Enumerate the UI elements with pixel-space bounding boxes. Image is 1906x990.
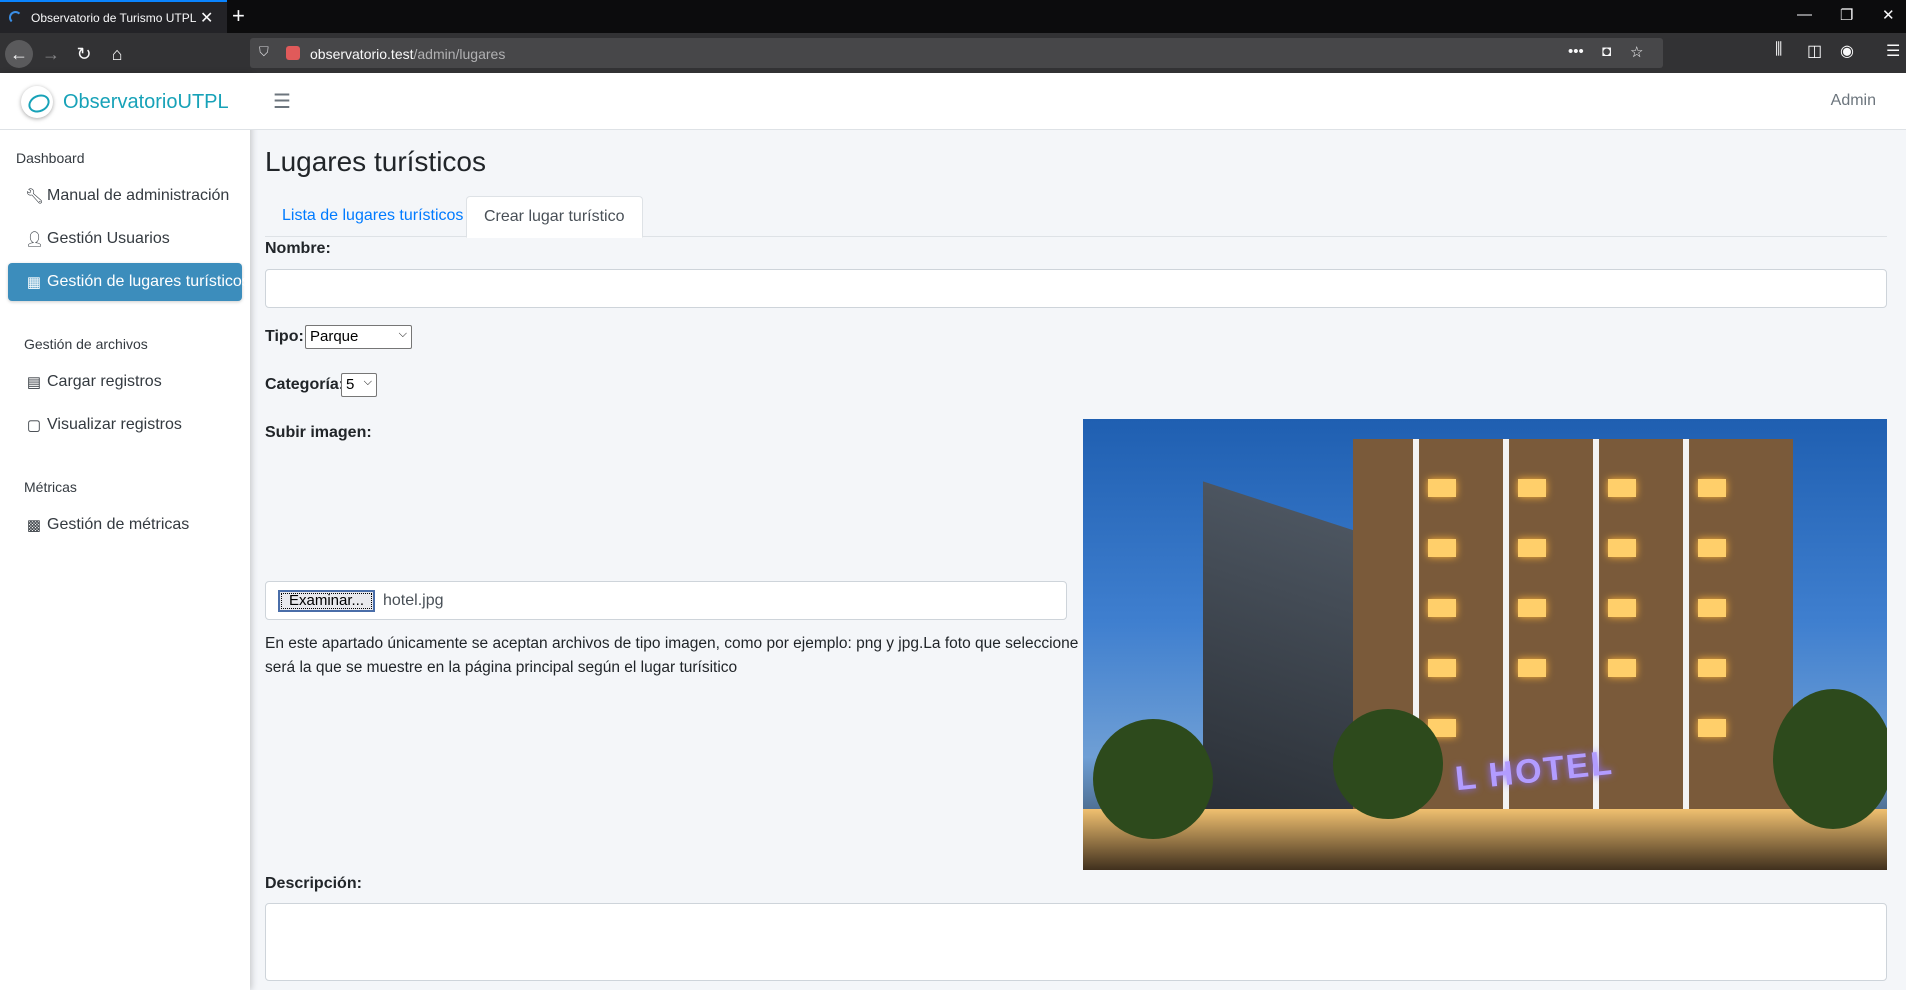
logo-icon bbox=[21, 86, 53, 118]
menu-header-metricas: Métricas bbox=[24, 479, 77, 495]
browser-tab-title: Observatorio de Turismo UTPL bbox=[31, 11, 197, 25]
file-upload-icon: ▤ bbox=[26, 374, 42, 391]
categoria-select-value: 5 bbox=[346, 376, 355, 393]
chevron-down-icon: ⌵ bbox=[363, 376, 372, 388]
sidebar-item-label: Manual de administración bbox=[47, 187, 230, 204]
sidebar-item-manual[interactable]: 🔧︎ Manual de administración bbox=[8, 177, 242, 215]
tree bbox=[1333, 709, 1443, 819]
browser-tab[interactable]: Observatorio de Turismo UTPL ✕ bbox=[0, 0, 227, 33]
ground bbox=[1083, 809, 1887, 870]
descripcion-textarea[interactable] bbox=[265, 903, 1887, 981]
window-light bbox=[1428, 659, 1456, 677]
sidebar-item-label: Visualizar registros bbox=[47, 416, 182, 433]
reload-icon[interactable]: ↻ bbox=[70, 40, 98, 68]
url-text: observatorio.test/admin/lugares bbox=[310, 46, 506, 62]
tab-bar: Lista de lugares turísticos Crear lugar … bbox=[265, 196, 1887, 238]
pocket-icon[interactable]: ◘ bbox=[1602, 43, 1611, 60]
loading-icon bbox=[9, 11, 22, 24]
sidebar-toggle-icon[interactable]: ◫ bbox=[1807, 41, 1822, 61]
file-input[interactable]: Examinar... hotel.jpg bbox=[265, 581, 1067, 620]
menu-header-archivos: Gestión de archivos bbox=[24, 336, 148, 352]
chevron-down-icon: ⌵ bbox=[398, 328, 407, 340]
main-content: Lugares turísticos Lista de lugares turí… bbox=[250, 130, 1906, 990]
shield-icon[interactable]: ⛉ bbox=[259, 44, 269, 60]
back-icon[interactable]: ← bbox=[5, 40, 33, 68]
browser-tabbar: Observatorio de Turismo UTPL ✕ + — ❐ ✕ bbox=[0, 0, 1906, 33]
brand-name: ObservatorioUTPL bbox=[63, 91, 229, 113]
facade-column bbox=[1683, 439, 1689, 829]
window-light bbox=[1698, 479, 1726, 497]
tree bbox=[1773, 689, 1887, 829]
window-light bbox=[1608, 659, 1636, 677]
window-light bbox=[1518, 539, 1546, 557]
tipo-select[interactable]: Parque ⌵ bbox=[305, 325, 412, 349]
image-help-text: En este apartado únicamente se aceptan a… bbox=[265, 635, 1079, 676]
categoria-select[interactable]: 5 ⌵ bbox=[341, 373, 377, 397]
window-light bbox=[1518, 659, 1546, 677]
library-icon[interactable]: ⫼ bbox=[1775, 41, 1782, 59]
site-identity-icon[interactable] bbox=[286, 46, 300, 60]
tipo-label: Tipo: bbox=[265, 328, 304, 345]
window-light bbox=[1428, 479, 1456, 497]
tab-crear[interactable]: Crear lugar turístico bbox=[466, 196, 643, 238]
file-icon: ▢ bbox=[26, 417, 42, 434]
hotel-image-preview: L HOTEL bbox=[1083, 419, 1887, 870]
tipo-select-value: Parque bbox=[310, 328, 359, 345]
window-light bbox=[1608, 539, 1636, 557]
sidebar: ObservatorioUTPL Dashboard 🔧︎ Manual de … bbox=[0, 73, 250, 990]
url-bar[interactable]: ⛉ observatorio.test/admin/lugares ••• ◘ … bbox=[250, 38, 1663, 68]
categoria-label: Categoría: bbox=[265, 376, 345, 393]
close-window-icon[interactable]: ✕ bbox=[1882, 6, 1895, 24]
imagen-label: Subir imagen: bbox=[265, 424, 372, 441]
brand-link[interactable]: ObservatorioUTPL bbox=[0, 73, 250, 130]
building-icon: ▦ bbox=[26, 274, 42, 291]
sidebar-item-label: Gestión de métricas bbox=[47, 516, 190, 533]
window-light bbox=[1608, 479, 1636, 497]
browser-navbar: ← → ↻ ⌂ ⛉ observatorio.test/admin/lugare… bbox=[0, 33, 1906, 73]
restore-icon[interactable]: ❐ bbox=[1840, 6, 1853, 24]
bookmark-star-icon[interactable]: ☆ bbox=[1630, 43, 1643, 61]
browse-button[interactable]: Examinar... bbox=[278, 590, 375, 612]
close-tab-icon[interactable]: ✕ bbox=[200, 8, 213, 28]
user-icon: 👤︎ bbox=[25, 231, 45, 248]
page-actions-icon[interactable]: ••• bbox=[1568, 43, 1584, 60]
top-header: ☰ Admin bbox=[250, 73, 1906, 130]
nombre-label: Nombre: bbox=[265, 240, 331, 257]
descripcion-label: Descripción: bbox=[265, 875, 362, 892]
sidebar-item-label: Cargar registros bbox=[47, 373, 162, 390]
tab-lista[interactable]: Lista de lugares turísticos bbox=[265, 196, 480, 237]
menu-header-dashboard: Dashboard bbox=[16, 150, 85, 166]
sidebar-item-cargar[interactable]: ▤ Cargar registros bbox=[8, 363, 242, 401]
calculator-icon: ▩ bbox=[26, 517, 42, 534]
sidebar-item-visualizar[interactable]: ▢ Visualizar registros bbox=[8, 406, 242, 444]
window-light bbox=[1518, 479, 1546, 497]
window-light bbox=[1698, 599, 1726, 617]
window-light bbox=[1518, 599, 1546, 617]
user-menu[interactable]: Admin bbox=[1831, 92, 1876, 110]
menu-icon[interactable]: ☰ bbox=[1886, 41, 1900, 61]
sidebar-item-label: Gestión de lugares turísticos bbox=[47, 273, 250, 290]
minimize-icon[interactable]: — bbox=[1797, 6, 1812, 23]
sidebar-item-usuarios[interactable]: 👤︎ Gestión Usuarios bbox=[8, 220, 242, 258]
sidebar-item-lugares[interactable]: ▦ Gestión de lugares turísticos bbox=[8, 263, 250, 301]
window-light bbox=[1428, 599, 1456, 617]
home-icon[interactable]: ⌂ bbox=[103, 40, 131, 68]
nombre-input[interactable] bbox=[265, 269, 1887, 308]
sidebar-item-metricas[interactable]: ▩ Gestión de métricas bbox=[8, 506, 242, 544]
window-light bbox=[1698, 719, 1726, 737]
page-title: Lugares turísticos bbox=[265, 146, 486, 177]
forward-icon[interactable]: → bbox=[37, 40, 65, 68]
file-name: hotel.jpg bbox=[383, 592, 444, 609]
window-light bbox=[1698, 659, 1726, 677]
sidebar-item-label: Gestión Usuarios bbox=[47, 230, 170, 247]
new-tab-icon[interactable]: + bbox=[232, 3, 245, 29]
window-light bbox=[1698, 539, 1726, 557]
hamburger-menu-icon[interactable]: ☰ bbox=[273, 89, 291, 114]
account-icon[interactable]: ◉ bbox=[1840, 41, 1854, 61]
window-light bbox=[1428, 539, 1456, 557]
tree bbox=[1093, 719, 1213, 839]
wrench-icon: 🔧︎ bbox=[25, 188, 45, 205]
window-light bbox=[1608, 599, 1636, 617]
